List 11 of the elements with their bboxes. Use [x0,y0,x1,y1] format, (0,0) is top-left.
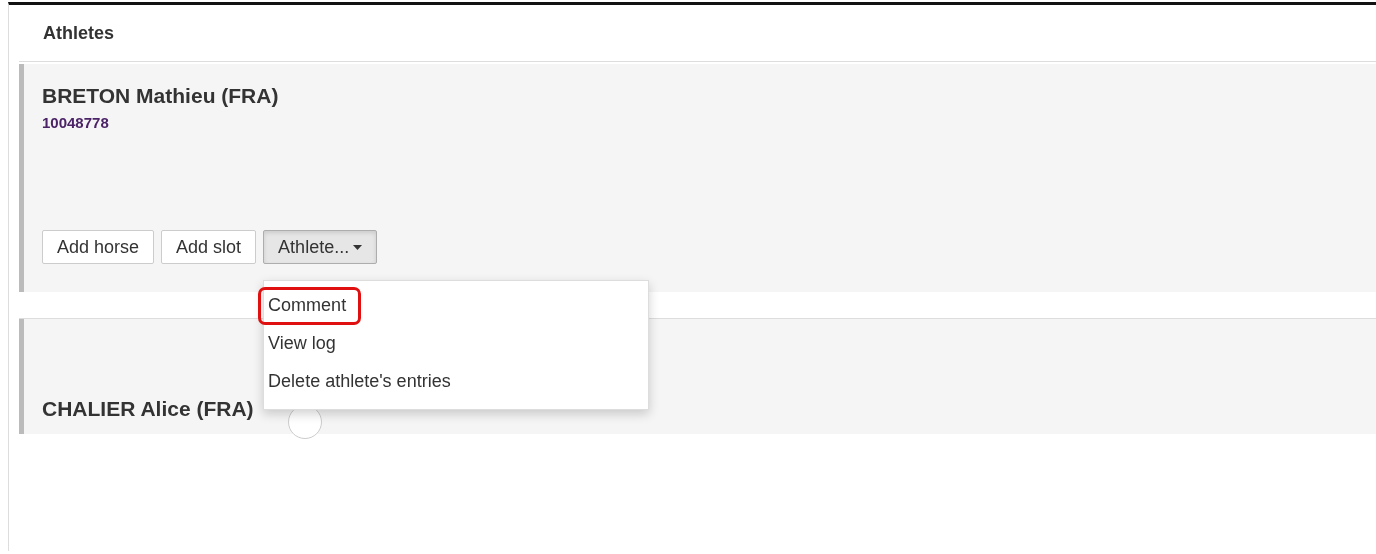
menu-item[interactable]: Comment [258,287,362,325]
athlete-name: BRETON Mathieu (FRA) [42,84,279,108]
action-button[interactable]: Add slot [161,230,257,264]
caret-icon [353,244,363,250]
menu-item[interactable]: View log [258,325,351,363]
action-button[interactable]: Add horse [42,230,155,264]
athlete-id[interactable]: 10048778 [42,114,109,131]
section-title: Athletes [42,22,115,45]
menu-item[interactable]: Delete athlete's entries [258,363,466,401]
athlete-name: CHALIER Alice (FRA) [42,397,254,421]
dropdown-button[interactable]: Athlete... [263,230,378,264]
